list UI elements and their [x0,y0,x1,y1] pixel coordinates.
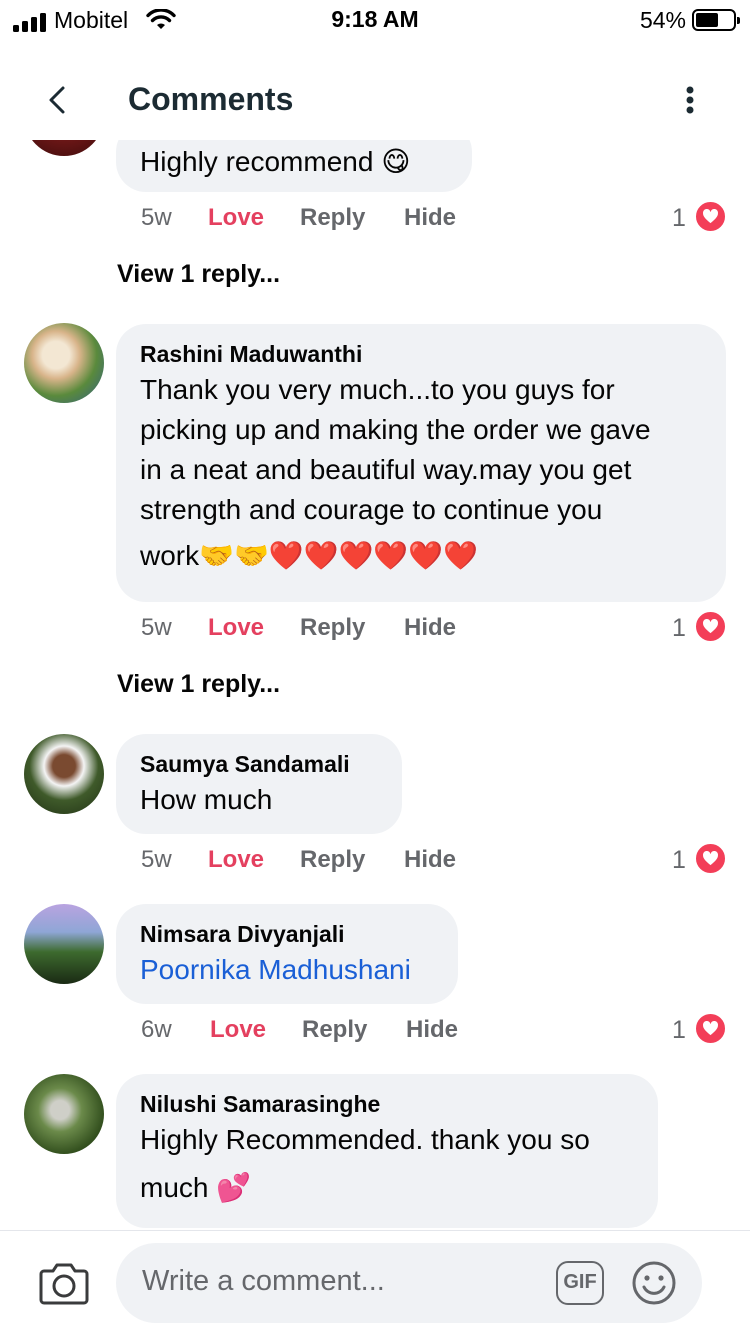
comment-bubble[interactable]: Saumya Sandamali How much [116,734,402,834]
love-button[interactable]: Love [210,1016,266,1044]
heart-reaction-icon [694,200,727,233]
battery-percent: 54% [639,7,686,33]
reaction-count: 1 [672,614,686,642]
comment-text-line: Highly Recommended. thank you so [140,1124,590,1155]
comment-age: 5w [141,846,172,873]
status-bar: Mobitel 9:18 AM 54% [0,0,750,44]
battery-icon [692,9,740,31]
more-options-button[interactable] [672,82,708,118]
comment-age: 5w [141,204,172,231]
comment-text: Highly recommend 😋 [140,146,411,177]
comment-text-line: in a neat and beautiful way.may you get [140,454,632,485]
reply-button[interactable]: Reply [300,846,365,874]
view-replies-link[interactable]: View 1 reply... [117,260,280,289]
love-button[interactable]: Love [208,204,264,232]
comment-text-line: picking up and making the order we gave [140,414,651,445]
comment-text: How much [140,784,273,815]
avatar[interactable] [24,140,104,156]
reply-button[interactable]: Reply [302,1016,367,1044]
mention-link[interactable]: Poornika Madhushani [140,950,434,990]
comment-composer: Write a comment... GIF [0,1230,750,1334]
comment-input[interactable]: Write a comment... GIF [116,1243,702,1323]
comment-age: 5w [141,614,172,641]
avatar[interactable] [24,323,104,403]
avatar[interactable] [24,904,104,984]
comment-age: 6w [141,1016,172,1043]
header: Comments [0,60,750,140]
heart-reaction-icon [694,842,727,875]
heart-reaction-icon [694,610,727,643]
comment-author[interactable]: Saumya Sandamali [140,748,378,780]
comment-text-line: much 💕 [140,1172,252,1203]
comment-author[interactable]: Nilushi Samarasinghe [140,1088,634,1120]
hide-button[interactable]: Hide [404,204,456,232]
comment-text-line: Thank you very much...to you guys for [140,374,615,405]
hide-button[interactable]: Hide [404,846,456,874]
page-title: Comments [128,81,294,117]
comment-text-line: strength and courage to continue you [140,494,603,525]
reply-button[interactable]: Reply [300,204,365,232]
love-button[interactable]: Love [208,614,264,642]
comment-bubble[interactable]: Nimsara Divyanjali Poornika Madhushani [116,904,458,1004]
reply-button[interactable]: Reply [300,614,365,642]
love-button[interactable]: Love [208,846,264,874]
view-replies-link[interactable]: View 1 reply... [117,670,280,699]
reaction-count: 1 [672,204,686,232]
heart-reaction-icon [694,1012,727,1045]
comment-text-line: work🤝🤝❤️❤️❤️❤️❤️❤️ [140,540,479,571]
reaction-count: 1 [672,1016,686,1044]
avatar[interactable] [24,1074,104,1154]
comment-bubble[interactable]: Highly recommend 😋 [116,140,472,192]
comment-author[interactable]: Rashini Maduwanthi [140,338,702,370]
reaction-count: 1 [672,846,686,874]
hide-button[interactable]: Hide [404,614,456,642]
comment-bubble[interactable]: Rashini Maduwanthi Thank you very much..… [116,324,726,602]
comment-author[interactable]: Nimsara Divyanjali [140,918,434,950]
comment-list[interactable]: Highly recommend 😋 5w Love Reply Hide 1 … [0,140,750,1230]
hide-button[interactable]: Hide [406,1016,458,1044]
clock: 9:18 AM [331,6,419,32]
smiley-icon[interactable] [630,1259,678,1307]
comment-input-placeholder: Write a comment... [142,1265,385,1297]
back-button[interactable] [40,82,76,118]
comment-bubble[interactable]: Nilushi Samarasinghe Highly Recommended.… [116,1074,658,1228]
avatar[interactable] [24,734,104,814]
camera-icon[interactable] [38,1259,90,1307]
gif-button[interactable]: GIF [556,1261,604,1305]
